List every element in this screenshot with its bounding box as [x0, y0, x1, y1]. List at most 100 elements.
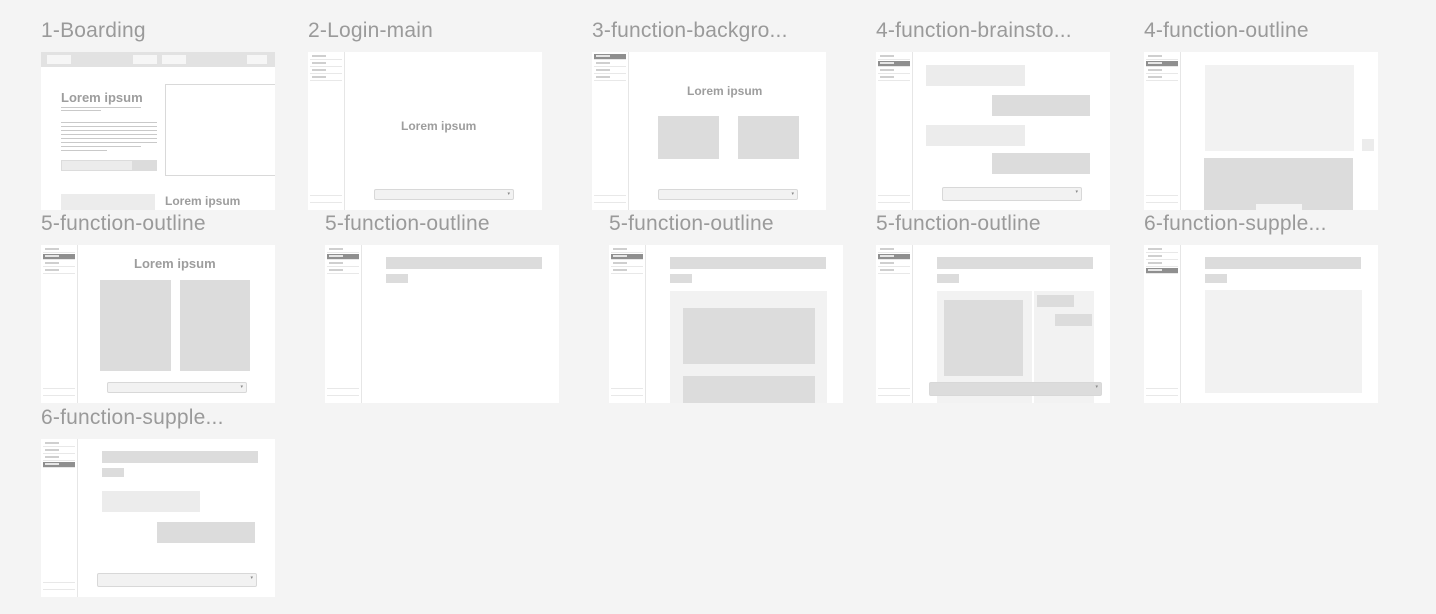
- sidebar-item: [1146, 261, 1178, 267]
- content-card: [944, 300, 1023, 376]
- sidebar-item: [310, 54, 342, 60]
- sidebar: [876, 245, 913, 403]
- hero-paragraph: [61, 126, 157, 127]
- template-card: [180, 280, 250, 371]
- nav-button: [247, 55, 267, 64]
- email-input: [61, 160, 133, 171]
- sidebar-item-active: [878, 254, 910, 260]
- chevron-down-icon: ▾: [791, 191, 794, 197]
- sidebar-item: [327, 268, 359, 274]
- chevron-down-icon: ▾: [1095, 384, 1098, 390]
- sidebar-footer-item: [327, 388, 359, 394]
- sidebar-footer-item: [1146, 202, 1178, 208]
- sidebar: [1144, 245, 1181, 403]
- sidebar-item: [611, 247, 643, 253]
- sidebar-footer-item: [594, 195, 626, 201]
- frame-title: 5-function-outline: [325, 212, 490, 235]
- sidebar-item: [1146, 254, 1178, 260]
- sidebar-item: [43, 268, 75, 274]
- hero-paragraph: [61, 130, 157, 131]
- sidebar-item: [594, 68, 626, 74]
- prompt-input: ▾: [107, 382, 247, 393]
- section-heading: Lorem ipsum: [687, 84, 763, 98]
- sidebar-item: [327, 247, 359, 253]
- sidebar-footer-item: [43, 589, 75, 595]
- option-card: [658, 116, 719, 159]
- sidebar-footer-item: [1146, 195, 1178, 201]
- sidebar-footer-item: [310, 195, 342, 201]
- sidebar-footer-item: [878, 388, 910, 394]
- frame-function-supplement[interactable]: [1144, 245, 1378, 403]
- frame-title: 6-function-supple...: [41, 406, 224, 429]
- sidebar-item: [594, 75, 626, 81]
- sidebar-item: [43, 247, 75, 253]
- hero-heading: Lorem ipsum: [61, 90, 143, 105]
- outline-card: [1204, 158, 1353, 210]
- sidebar: [325, 245, 362, 403]
- sidebar: [1144, 52, 1181, 210]
- title-placeholder: [1205, 257, 1361, 269]
- sidebar-item: [43, 448, 75, 454]
- chat-bubble-user: [157, 522, 255, 543]
- chat-bubble-ai: [926, 125, 1025, 146]
- hero-paragraph: [61, 138, 157, 139]
- frame-function-brainstorm[interactable]: ▾: [876, 52, 1110, 210]
- content-card: [683, 376, 815, 403]
- welcome-heading: Lorem ipsum: [401, 119, 477, 133]
- content-card: [683, 308, 815, 364]
- sidebar-footer-item: [611, 388, 643, 394]
- title-placeholder: [386, 257, 542, 269]
- prompt-input: ▾: [374, 189, 514, 200]
- sidebar-item-active: [43, 254, 75, 260]
- frame-boarding[interactable]: Lorem ipsum Lorem ipsum: [41, 52, 275, 210]
- sidebar-item-active: [594, 54, 626, 60]
- frame-title: 3-function-backgro...: [592, 19, 788, 42]
- sidebar-item: [1146, 247, 1178, 253]
- sidebar-item: [310, 61, 342, 67]
- sidebar-item: [310, 75, 342, 81]
- sidebar-footer-item: [1146, 395, 1178, 401]
- frame-function-outline[interactable]: [1144, 52, 1378, 210]
- tag-placeholder: [386, 274, 408, 283]
- frame-function-outline[interactable]: ▾: [876, 245, 1110, 403]
- chat-bubble-ai: [926, 65, 1025, 86]
- sidebar-item: [611, 261, 643, 267]
- frame-function-supplement[interactable]: ▾: [41, 439, 275, 597]
- sidebar: [41, 245, 78, 403]
- frame-function-outline[interactable]: Lorem ipsum ▾: [41, 245, 275, 403]
- chat-bubble-user: [992, 153, 1090, 174]
- sidebar-footer-item: [878, 395, 910, 401]
- frame-function-background[interactable]: Lorem ipsum ▾: [592, 52, 826, 210]
- sidebar-item: [1146, 68, 1178, 74]
- title-placeholder: [102, 451, 258, 463]
- sidebar: [609, 245, 646, 403]
- sidebar-footer-item: [310, 202, 342, 208]
- sidebar-item: [878, 247, 910, 253]
- sidebar-item-active: [878, 61, 910, 67]
- sidebar-item: [1146, 75, 1178, 81]
- title-placeholder: [670, 257, 826, 269]
- sidebar-item: [1146, 54, 1178, 60]
- nav-button: [133, 55, 157, 64]
- frame-login-main[interactable]: Lorem ipsum ▾: [308, 52, 542, 210]
- outline-panel: [1205, 65, 1354, 151]
- tag-placeholder: [1205, 274, 1227, 283]
- prompt-input: ▾: [942, 187, 1082, 201]
- frame-title: 5-function-outline: [41, 212, 206, 235]
- sidebar-item: [43, 441, 75, 447]
- sidebar: [308, 52, 345, 210]
- sidebar: [41, 439, 78, 597]
- frame-function-outline[interactable]: [609, 245, 843, 403]
- sidebar-item-active: [43, 462, 75, 468]
- top-nav-bar: [41, 52, 275, 67]
- sidebar-footer-item: [594, 202, 626, 208]
- option-card: [738, 116, 799, 159]
- hero-image: [165, 84, 275, 176]
- frame-function-outline[interactable]: [325, 245, 559, 403]
- content-panel: [1205, 290, 1362, 393]
- prompt-input: ▾: [658, 189, 798, 200]
- hero-paragraph: [61, 150, 107, 151]
- sidebar-footer-item: [878, 202, 910, 208]
- frame-title: 4-function-brainsto...: [876, 19, 1072, 42]
- sidebar-item-active: [1146, 268, 1178, 274]
